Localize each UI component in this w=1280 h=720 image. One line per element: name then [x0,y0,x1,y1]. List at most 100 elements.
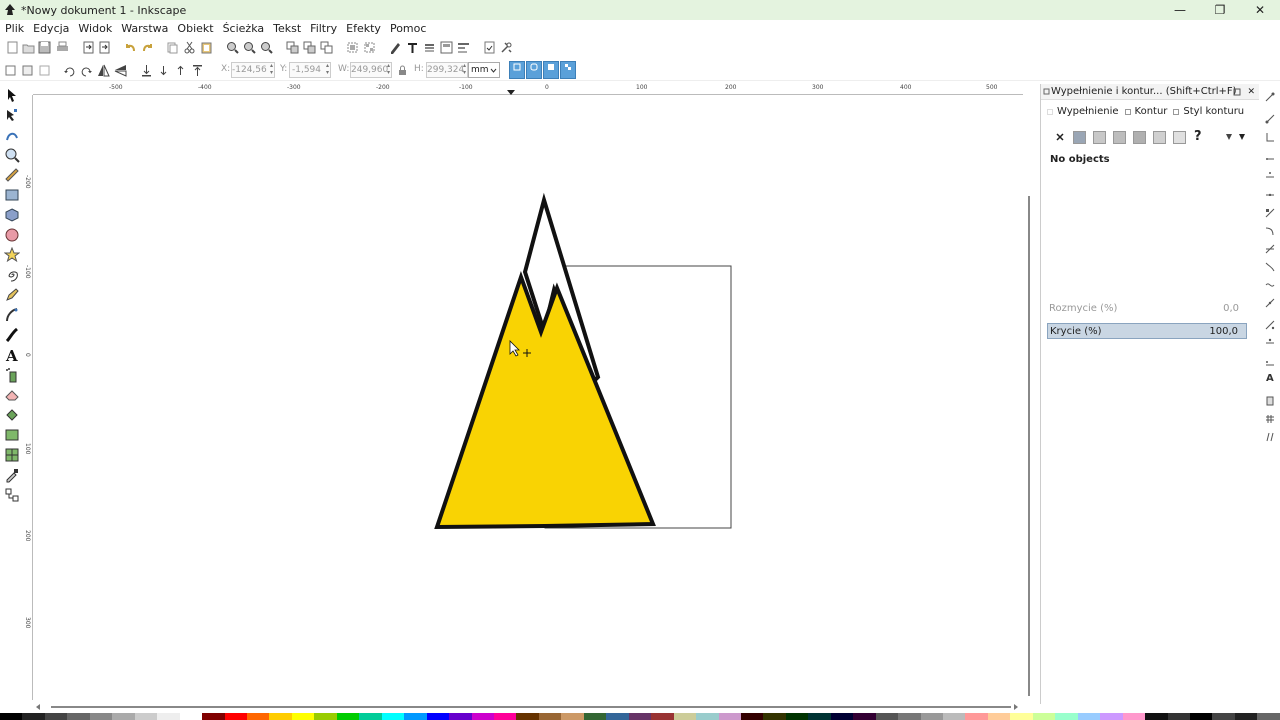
x-field[interactable]: -124,56 [231,62,275,78]
paint-bucket-tool-icon[interactable] [4,407,20,423]
unlink-clone-icon[interactable] [320,41,333,54]
horizontal-scroll-thumb[interactable] [51,706,1011,708]
duplicate-icon[interactable] [286,41,299,54]
pattern-button[interactable] [1153,131,1166,144]
preferences-icon[interactable] [500,41,513,54]
export-icon[interactable] [98,41,111,54]
blur-field[interactable]: Rozmycie (%) 0,0 [1047,301,1247,317]
tweak-tool-icon[interactable] [4,127,20,143]
snap-guide-icon[interactable] [1265,432,1275,442]
select-all-icon[interactable] [4,64,17,77]
snap-text-icon[interactable]: A [1265,372,1275,382]
no-paint-icon[interactable] [1055,132,1065,142]
lower-to-bottom-icon[interactable] [140,64,153,77]
snap-rotation-center-icon[interactable] [1265,338,1275,348]
zoom-page-icon[interactable] [260,41,273,54]
snap-text-baseline-icon[interactable] [1265,356,1275,366]
menu-text[interactable]: Tekst [273,22,301,35]
align-distribute-icon[interactable] [457,41,470,54]
zoom-selection-icon[interactable] [226,41,239,54]
lower-icon[interactable] [157,64,170,77]
ungroup-icon[interactable] [363,41,376,54]
document-properties-icon[interactable] [483,41,496,54]
maximize-button[interactable]: ❐ [1200,0,1240,20]
menu-path[interactable]: Ścieżka [223,22,265,35]
color-palette[interactable] [0,713,1280,720]
cut-icon[interactable] [183,41,196,54]
group-icon[interactable] [346,41,359,54]
snap-midpoint-icon[interactable] [1265,298,1275,308]
tab-stroke-paint[interactable]: Kontur [1124,106,1167,117]
undo-icon[interactable] [124,41,137,54]
clone-icon[interactable] [303,41,316,54]
node-tool-icon[interactable] [4,107,20,123]
close-button[interactable]: ✕ [1240,0,1280,20]
spray-tool-icon[interactable] [4,367,20,383]
dropper-tool-icon[interactable] [4,467,20,483]
select-all-layers-icon[interactable] [21,64,34,77]
snap-object-center-icon[interactable] [1265,320,1275,330]
menu-view[interactable]: Widok [78,22,112,35]
gradient-tool-icon[interactable] [4,427,20,443]
mesh-gradient-button[interactable] [1133,131,1146,144]
3d-box-tool-icon[interactable] [4,207,20,223]
rectangle-tool-icon[interactable] [4,187,20,203]
snap-bbox-icon[interactable] [1265,114,1275,124]
snap-enable-icon[interactable] [1265,92,1275,102]
radial-gradient-button[interactable] [1113,131,1126,144]
snap-bbox-midpoint-icon[interactable] [1265,168,1275,178]
eraser-tool-icon[interactable] [4,387,20,403]
transform-patterns-toggle[interactable] [560,61,576,79]
unit-select[interactable]: mm [468,62,500,78]
snap-bbox-edge-icon[interactable] [1265,132,1275,142]
tab-fill[interactable]: Wypełnienie [1047,106,1119,117]
menu-layer[interactable]: Warstwa [121,22,168,35]
mesh-tool-icon[interactable] [4,447,20,463]
snap-page-border-icon[interactable] [1265,396,1275,406]
vertical-scrollbar[interactable] [1025,96,1033,700]
snap-smooth-icon[interactable] [1265,280,1275,290]
paste-icon[interactable] [200,41,213,54]
drawing-canvas[interactable] [33,96,1023,700]
star-tool-icon[interactable] [4,247,20,263]
linear-gradient-button[interactable] [1093,131,1106,144]
fill-rule-evenodd-icon[interactable] [1225,133,1233,141]
new-document-icon[interactable] [6,41,19,54]
vertical-scroll-thumb[interactable] [1028,196,1030,696]
snap-cusp-icon[interactable] [1265,262,1275,272]
text-tool-icon[interactable]: A [4,347,20,363]
horizontal-scrollbar[interactable] [33,702,1025,712]
snap-nodes-icon[interactable] [1265,208,1275,218]
snap-bbox-center-icon[interactable] [1265,186,1275,196]
snap-path-icon[interactable] [1265,226,1275,236]
copy-icon[interactable] [166,41,179,54]
swatch-button[interactable] [1173,131,1186,144]
transform-gradients-toggle[interactable] [543,61,559,79]
dock-close-button[interactable]: ✕ [1247,84,1255,100]
minimize-button[interactable]: — [1160,0,1200,20]
zoom-drawing-icon[interactable] [243,41,256,54]
print-icon[interactable] [56,41,69,54]
pen-tool-icon[interactable] [4,307,20,323]
width-field[interactable]: 249,960 [350,62,392,78]
scroll-right-icon[interactable] [1013,704,1019,710]
dock-float-icon[interactable] [1233,88,1241,96]
flip-vertical-icon[interactable] [114,64,127,77]
flip-horizontal-icon[interactable] [97,64,110,77]
scale-corners-toggle[interactable] [526,61,542,79]
rotate-cw-icon[interactable] [80,64,93,77]
open-icon[interactable] [22,41,35,54]
unset-paint-button[interactable]: ? [1194,129,1202,144]
objects-icon[interactable] [440,41,453,54]
menu-edit[interactable]: Edycja [33,22,69,35]
raise-to-top-icon[interactable] [191,64,204,77]
snap-grid-icon[interactable] [1265,414,1275,424]
ellipse-tool-icon[interactable] [4,227,20,243]
menu-file[interactable]: Plik [5,22,24,35]
zoom-tool-icon[interactable] [4,147,20,163]
tab-stroke-style[interactable]: Styl konturu [1173,106,1244,117]
connector-tool-icon[interactable] [4,487,20,503]
spiral-tool-icon[interactable] [4,267,20,283]
save-icon[interactable] [38,41,51,54]
lock-ratio-icon[interactable] [396,64,409,77]
